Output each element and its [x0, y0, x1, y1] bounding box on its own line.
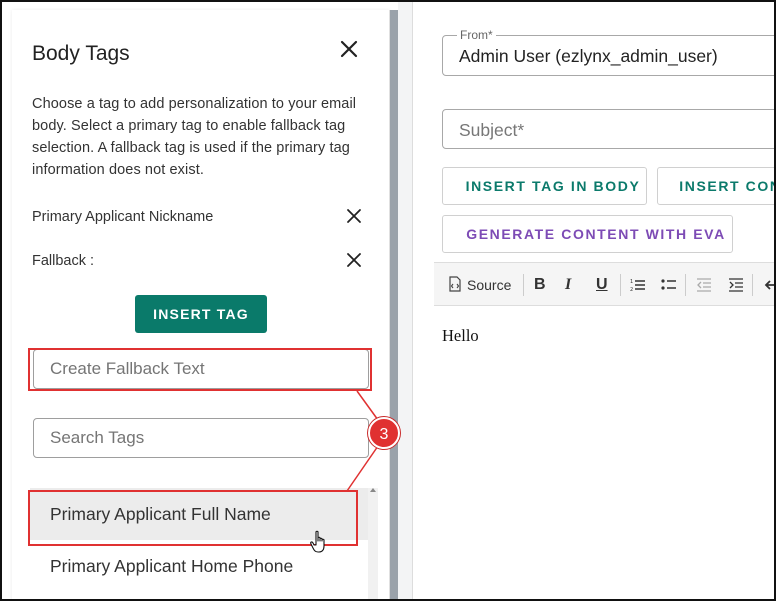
svg-text:2: 2	[630, 287, 633, 293]
subject-placeholder: Subject*	[459, 120, 525, 140]
underline-button[interactable]: U	[596, 274, 608, 296]
editor-body-text[interactable]: Hello	[442, 326, 479, 346]
toolbar-separator	[620, 274, 621, 296]
hand-cursor-icon	[310, 530, 328, 559]
step-callout-badge: 3	[368, 417, 400, 449]
decrease-indent-icon[interactable]	[696, 274, 712, 296]
italic-button[interactable]: I	[565, 274, 571, 296]
from-field[interactable]: From* Admin User (ezlynx_admin_user)	[442, 28, 774, 76]
subject-field[interactable]: Subject*	[442, 109, 774, 149]
toolbar-separator	[752, 274, 753, 296]
undo-arrow-icon[interactable]	[763, 274, 774, 296]
from-value: Admin User (ezlynx_admin_user)	[459, 46, 718, 66]
numbered-list-icon[interactable]: 12	[630, 274, 646, 296]
toolbar-separator	[685, 274, 686, 296]
source-button[interactable]: Source	[448, 274, 511, 296]
bulleted-list-icon[interactable]	[661, 274, 677, 296]
insert-content-button[interactable]: INSERT CONT	[657, 167, 774, 205]
from-label: From*	[457, 28, 496, 42]
bold-button[interactable]: B	[534, 274, 546, 296]
toolbar-separator	[523, 274, 524, 296]
increase-indent-icon[interactable]	[728, 274, 744, 296]
screenshot-frame: Body Tags Choose a tag to add personaliz…	[0, 0, 776, 601]
insert-tag-in-body-button[interactable]: INSERT TAG IN BODY	[442, 167, 647, 205]
svg-text:1: 1	[630, 279, 633, 285]
email-compose-panel: From* Admin User (ezlynx_admin_user) Sub…	[412, 2, 774, 599]
source-icon	[448, 275, 462, 295]
source-label: Source	[467, 277, 512, 293]
generate-content-eva-button[interactable]: GENERATE CONTENT WITH EVA	[442, 215, 733, 253]
editor-toolbar: Source B I U 12	[434, 262, 774, 306]
